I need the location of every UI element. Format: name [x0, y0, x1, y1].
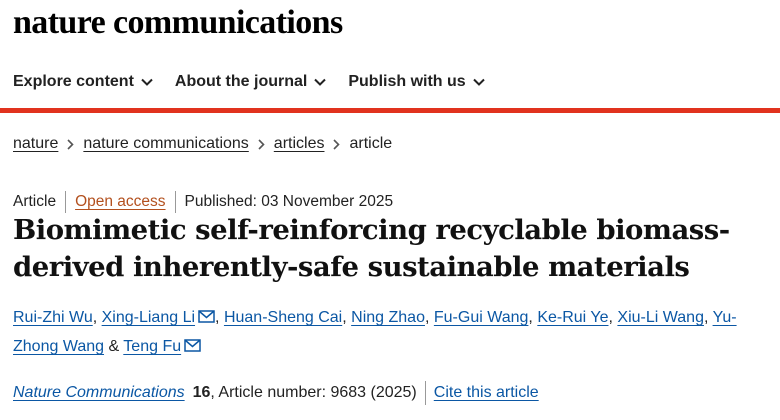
nav-item-label: Explore content [13, 73, 134, 90]
article-title: Biomimetic self-reinforcing recyclable b… [13, 214, 730, 283]
article-type: Article [13, 193, 57, 210]
breadcrumb-current: article [349, 135, 393, 152]
published-date: Published: 03 November 2025 [184, 193, 394, 210]
site-logo[interactable]: nature communications [13, 4, 343, 42]
breadcrumb-nature-communications[interactable]: nature communications [83, 135, 248, 153]
author-separator: , [215, 309, 220, 326]
nav-item-label: Publish with us [348, 73, 466, 90]
author-link[interactable]: Ke-Rui Ye [537, 309, 608, 326]
chevron-down-icon [314, 78, 327, 86]
author-link[interactable]: Fu-Gui Wang [434, 309, 529, 326]
chevron-right-icon [258, 138, 265, 150]
author-separator: , [608, 309, 613, 326]
author-separator: , [528, 309, 533, 326]
chevron-right-icon [67, 138, 75, 150]
author-list: Rui-Zhi Wu, Xing-Liang Li, Huan-Sheng Ca… [13, 304, 773, 362]
author-link[interactable]: Xing-Liang Li [102, 309, 195, 326]
nav-item-label: About the journal [174, 73, 308, 90]
nav-explore-content[interactable]: Explore content [13, 73, 153, 91]
author-link[interactable]: Ning Zhao [351, 309, 425, 326]
citation-divider [424, 381, 426, 405]
breadcrumb-nature[interactable]: nature [13, 135, 58, 153]
journal-link[interactable]: Nature Communications [13, 384, 185, 402]
author-link[interactable]: Teng Fu [123, 338, 181, 355]
author-and: & [108, 338, 120, 355]
chevron-down-icon [141, 78, 153, 86]
chevron-down-icon [472, 78, 485, 86]
nav-publish-with-us[interactable]: Publish with us [348, 73, 485, 91]
open-access-link[interactable]: Open access [75, 193, 165, 211]
cite-article-link[interactable]: Cite this article [434, 384, 539, 402]
author-link[interactable]: Xiu-Li Wang [617, 309, 704, 326]
journal-volume: 16 [192, 384, 211, 401]
author-link[interactable]: Huan-Sheng Cai [224, 309, 342, 326]
breadcrumb: nature nature communications articles ar… [13, 135, 392, 153]
meta-divider [174, 191, 176, 213]
author-separator: , [92, 309, 98, 326]
author-separator: , [703, 309, 709, 326]
article-number: , Article number: 9683 (2025) [210, 384, 417, 401]
header-divider [0, 108, 780, 113]
breadcrumb-articles[interactable]: articles [274, 135, 325, 153]
meta-divider [65, 191, 67, 213]
nav-about-journal[interactable]: About the journal [174, 73, 327, 91]
mail-icon[interactable] [184, 334, 201, 362]
author-separator: , [342, 309, 347, 326]
chevron-right-icon [333, 138, 341, 150]
article-meta: Article Open access Published: 03 Novemb… [13, 191, 393, 213]
author-link[interactable]: Rui-Zhi Wu [13, 309, 93, 326]
mail-icon[interactable] [198, 305, 215, 333]
author-separator: , [424, 309, 430, 326]
main-nav: Explore content About the journal Publis… [13, 70, 507, 94]
citation-line: Nature Communications 16 , Article numbe… [13, 381, 539, 405]
